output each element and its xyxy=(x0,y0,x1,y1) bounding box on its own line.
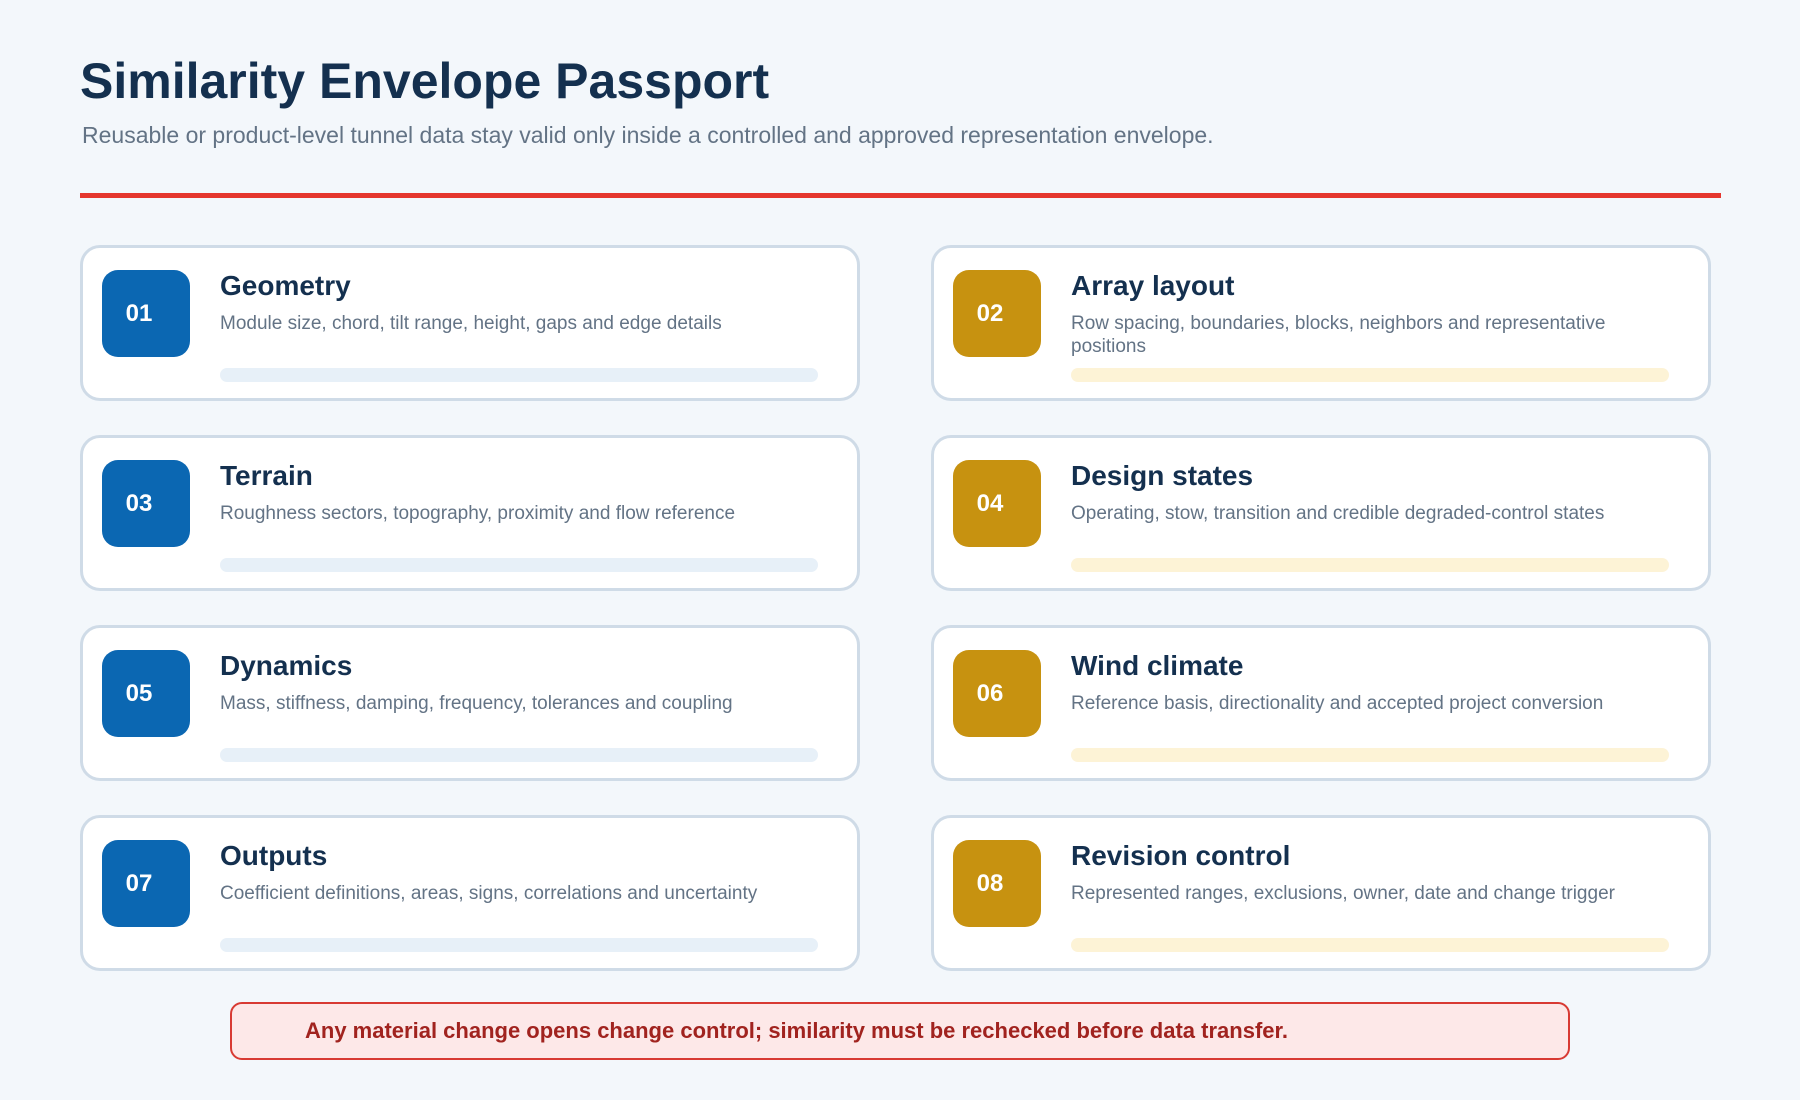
card-number-badge: 02 xyxy=(953,270,1041,357)
envelope-card-grid: 01 Geometry Module size, chord, tilt ran… xyxy=(80,245,1711,971)
accent-divider xyxy=(80,193,1721,198)
card-number-badge: 03 xyxy=(102,460,190,547)
card-accent-bar xyxy=(220,368,818,382)
card-title: Geometry xyxy=(220,270,351,301)
card-accent-bar xyxy=(1071,368,1669,382)
card-description: Mass, stiffness, damping, frequency, tol… xyxy=(220,693,733,714)
card-title: Dynamics xyxy=(220,650,353,681)
card-description: Roughness sectors, topography, proximity… xyxy=(220,503,736,524)
callout-text: Any material change opens change control… xyxy=(305,1018,1288,1043)
card-revision-control: 08 Revision control Represented ranges, … xyxy=(931,815,1711,971)
card-array-layout: 02 Array layout Row spacing, boundaries,… xyxy=(931,245,1711,401)
card-description: Represented ranges, exclusions, owner, d… xyxy=(1071,883,1615,904)
card-description: Row spacing, boundaries, blocks, neighbo… xyxy=(1071,313,1606,357)
card-accent-bar xyxy=(1071,558,1669,572)
card-title: Design states xyxy=(1071,460,1254,491)
page-subtitle: Reusable or product-level tunnel data st… xyxy=(82,122,1214,148)
card-dynamics: 05 Dynamics Mass, stiffness, damping, fr… xyxy=(80,625,860,781)
card-number-badge: 06 xyxy=(953,650,1041,737)
page-title: Similarity Envelope Passport xyxy=(80,53,770,109)
card-description: Reference basis, directionality and acce… xyxy=(1071,693,1604,714)
card-terrain: 03 Terrain Roughness sectors, topography… xyxy=(80,435,860,591)
card-description: Module size, chord, tilt range, height, … xyxy=(220,313,722,334)
card-title: Terrain xyxy=(220,460,313,491)
card-accent-bar xyxy=(220,558,818,572)
card-accent-bar xyxy=(220,748,818,762)
card-title: Wind climate xyxy=(1071,650,1244,681)
card-title: Revision control xyxy=(1071,840,1291,871)
card-title: Array layout xyxy=(1071,270,1235,301)
card-title: Outputs xyxy=(220,840,328,871)
card-wind-climate: 06 Wind climate Reference basis, directi… xyxy=(931,625,1711,781)
card-outputs: 07 Outputs Coefficient definitions, area… xyxy=(80,815,860,971)
card-accent-bar xyxy=(1071,748,1669,762)
card-accent-bar xyxy=(220,938,818,952)
card-design-states: 04 Design states Operating, stow, transi… xyxy=(931,435,1711,591)
card-number-badge: 08 xyxy=(953,840,1041,927)
card-number-badge: 04 xyxy=(953,460,1041,547)
card-description: Operating, stow, transition and credible… xyxy=(1071,503,1605,524)
change-control-callout: Any material change opens change control… xyxy=(230,1002,1570,1060)
card-number-badge: 01 xyxy=(102,270,190,357)
card-number-badge: 07 xyxy=(102,840,190,927)
card-description: Coefficient definitions, areas, signs, c… xyxy=(220,883,758,904)
card-number-badge: 05 xyxy=(102,650,190,737)
card-accent-bar xyxy=(1071,938,1669,952)
card-geometry: 01 Geometry Module size, chord, tilt ran… xyxy=(80,245,860,401)
